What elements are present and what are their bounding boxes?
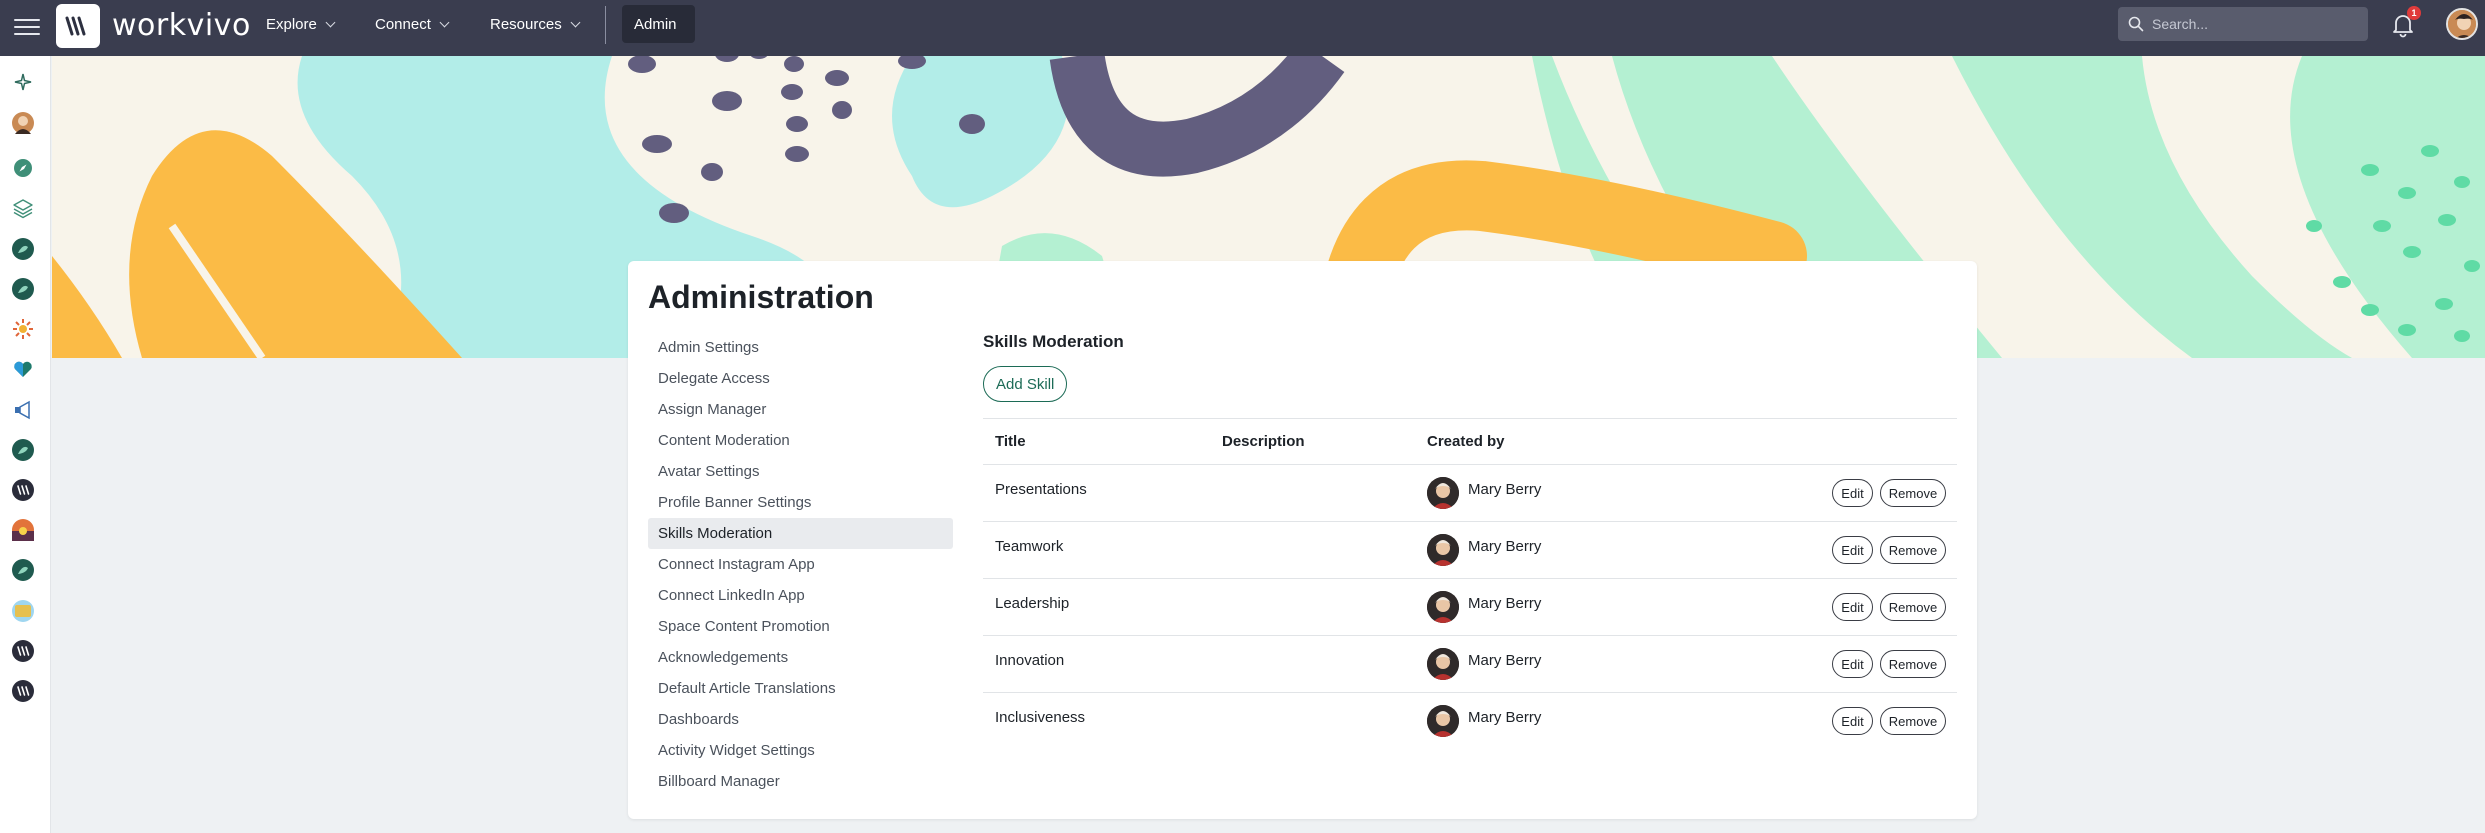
table-row: Teamwork Mary Berry Edit Remove — [983, 522, 1957, 579]
table-row: Inclusiveness Mary Berry Edit Remove — [983, 693, 1957, 750]
sidebar-item-admin-settings[interactable]: Admin Settings — [648, 332, 953, 363]
compass-icon[interactable] — [12, 157, 34, 179]
nav-admin-label: Admin — [634, 15, 677, 33]
skill-title: Presentations — [995, 481, 1087, 498]
workvivo-icon[interactable] — [12, 479, 34, 501]
table-row: Presentations Mary Berry Edit Remove — [983, 465, 1957, 522]
admin-side-menu: Admin Settings Delegate Access Assign Ma… — [648, 332, 953, 797]
skill-title: Leadership — [995, 595, 1070, 612]
add-skill-button[interactable]: Add Skill — [983, 366, 1068, 402]
nav-connect[interactable]: Connect — [375, 16, 450, 33]
top-navigation-bar: workvivo Explore Connect Resources Admin… — [0, 0, 2485, 56]
remove-button[interactable]: Remove — [1880, 650, 1946, 678]
edit-button[interactable]: Edit — [1832, 536, 1873, 564]
column-header-created-by[interactable]: Created by — [1427, 433, 1505, 450]
page-title: Administration — [648, 279, 874, 315]
skills-table: Title Description Created by Presentatio… — [983, 418, 1957, 750]
user-avatar[interactable] — [2446, 8, 2478, 40]
sidebar-item-assign-manager[interactable]: Assign Manager — [648, 394, 953, 425]
notification-badge: 1 — [2407, 6, 2421, 20]
chevron-down-icon — [570, 17, 581, 28]
nav-resources-label: Resources — [490, 16, 562, 33]
chevron-down-icon — [325, 17, 336, 28]
created-by-name: Mary Berry — [1468, 595, 1542, 612]
sidebar-item-connect-linkedin-app[interactable]: Connect LinkedIn App — [648, 580, 953, 611]
created-by-name: Mary Berry — [1468, 481, 1542, 498]
column-header-description[interactable]: Description — [1222, 433, 1305, 450]
sparkle-icon[interactable] — [12, 71, 34, 93]
search-icon — [2128, 16, 2144, 32]
chevron-down-icon — [439, 17, 450, 28]
sidebar-item-billboard-manager[interactable]: Billboard Manager — [648, 766, 953, 797]
search-input[interactable] — [2152, 16, 2352, 32]
edit-button[interactable]: Edit — [1832, 650, 1873, 678]
avatar — [1427, 591, 1459, 623]
table-row: Innovation Mary Berry Edit Remove — [983, 636, 1957, 693]
nav-divider — [605, 6, 606, 44]
workvivo-logo-icon[interactable] — [56, 4, 100, 48]
remove-button[interactable]: Remove — [1880, 479, 1946, 507]
sidebar-item-dashboards[interactable]: Dashboards — [648, 704, 953, 735]
space-icon[interactable] — [12, 559, 34, 581]
logo-wordmark[interactable]: workvivo — [112, 8, 251, 43]
sidebar-item-profile-banner-settings[interactable]: Profile Banner Settings — [648, 487, 953, 518]
column-header-title[interactable]: Title — [995, 433, 1026, 450]
table-header: Title Description Created by — [983, 418, 1957, 465]
sidebar-item-space-content-promotion[interactable]: Space Content Promotion — [648, 611, 953, 642]
megaphone-icon[interactable] — [12, 399, 34, 421]
skill-title: Innovation — [995, 652, 1065, 669]
edit-button[interactable]: Edit — [1832, 479, 1873, 507]
edit-button[interactable]: Edit — [1832, 593, 1873, 621]
sunburst-icon[interactable] — [12, 318, 34, 340]
space-icon[interactable] — [12, 238, 34, 260]
nav-admin[interactable]: Admin — [622, 5, 695, 43]
heart-icon[interactable] — [12, 358, 34, 380]
sidebar-item-default-article-translations[interactable]: Default Article Translations — [648, 673, 953, 704]
avatar — [1427, 477, 1459, 509]
sidebar-item-avatar-settings[interactable]: Avatar Settings — [648, 456, 953, 487]
nav-explore[interactable]: Explore — [266, 16, 336, 33]
sidebar-item-activity-widget-settings[interactable]: Activity Widget Settings — [648, 735, 953, 766]
sidebar-item-acknowledgements[interactable]: Acknowledgements — [648, 642, 953, 673]
sidebar-item-delegate-access[interactable]: Delegate Access — [648, 363, 953, 394]
created-by-name: Mary Berry — [1468, 709, 1542, 726]
remove-button[interactable]: Remove — [1880, 536, 1946, 564]
nav-connect-label: Connect — [375, 16, 431, 33]
nav-resources[interactable]: Resources — [490, 16, 581, 33]
avatar — [1427, 648, 1459, 680]
space-icon[interactable] — [12, 278, 34, 300]
sunset-icon[interactable] — [12, 519, 34, 541]
avatar — [1427, 705, 1459, 737]
skill-title: Inclusiveness — [995, 709, 1086, 726]
landscape-icon[interactable] — [12, 600, 34, 622]
skill-title: Teamwork — [995, 538, 1064, 555]
avatar-icon[interactable] — [12, 112, 34, 134]
layers-icon[interactable] — [12, 197, 34, 219]
sidebar-item-skills-moderation[interactable]: Skills Moderation — [648, 518, 953, 549]
created-by-name: Mary Berry — [1468, 538, 1542, 555]
space-icon[interactable] — [12, 439, 34, 461]
sidebar-item-content-moderation[interactable]: Content Moderation — [648, 425, 953, 456]
sidebar-item-connect-instagram-app[interactable]: Connect Instagram App — [648, 549, 953, 580]
nav-explore-label: Explore — [266, 16, 317, 33]
workvivo-icon[interactable] — [12, 640, 34, 662]
table-row: Leadership Mary Berry Edit Remove — [983, 579, 1957, 636]
search-box[interactable] — [2118, 7, 2368, 41]
left-rail — [0, 56, 51, 833]
edit-button[interactable]: Edit — [1832, 707, 1873, 735]
avatar — [1427, 534, 1459, 566]
workvivo-icon[interactable] — [12, 680, 34, 702]
section-title: Skills Moderation — [983, 332, 1124, 351]
remove-button[interactable]: Remove — [1880, 593, 1946, 621]
administration-card: Administration Admin Settings Delegate A… — [628, 261, 1977, 819]
created-by-name: Mary Berry — [1468, 652, 1542, 669]
remove-button[interactable]: Remove — [1880, 707, 1946, 735]
hamburger-menu-icon[interactable] — [14, 14, 40, 40]
